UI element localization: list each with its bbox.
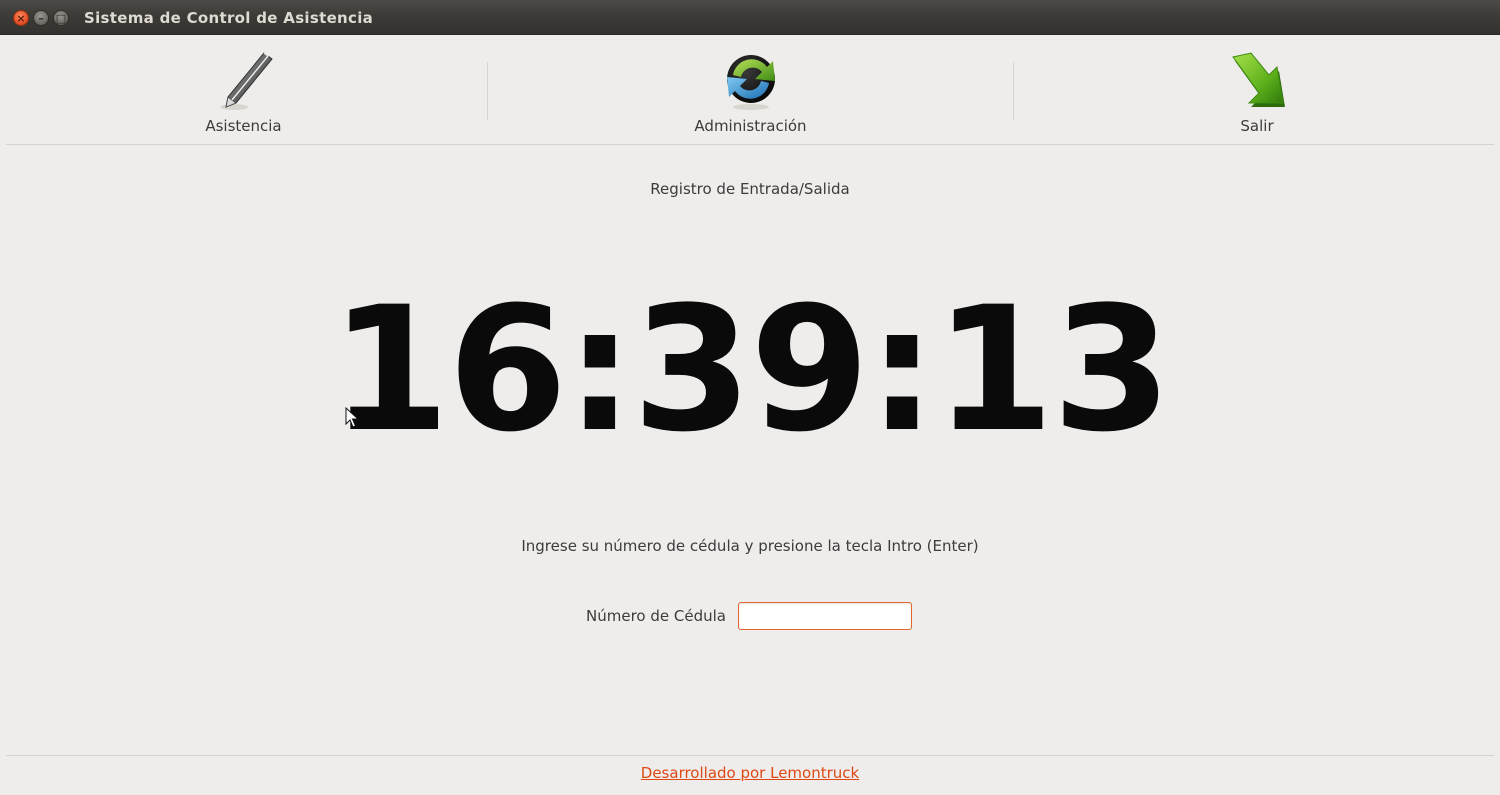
cedula-input[interactable] [738, 602, 912, 630]
footer-divider [6, 755, 1494, 756]
toolbar-button-asistencia[interactable]: Asistencia [0, 35, 487, 144]
exit-arrow-icon [1232, 52, 1285, 107]
close-icon: × [16, 12, 26, 25]
developer-link[interactable]: Desarrollado por Lemontruck [641, 764, 859, 782]
toolbar-label-salir: Salir [1240, 117, 1274, 135]
window-minimize-button[interactable]: – [33, 10, 49, 26]
toolbar-button-salir[interactable]: Salir [1014, 35, 1500, 144]
toolbar-label-administracion: Administración [694, 117, 807, 135]
clock-display: 16:39:13 [330, 269, 1172, 470]
toolbar-divider [6, 144, 1494, 145]
sync-icon [726, 55, 775, 110]
toolbar: Asistencia Administración Salir [0, 35, 1500, 144]
maximize-icon: □ [55, 12, 67, 25]
title-bar: × – □ Sistema de Control de Asistencia [0, 0, 1500, 35]
app-window: × – □ Sistema de Control de Asistencia A… [0, 0, 1500, 795]
cedula-label: Número de Cédula [586, 607, 726, 625]
window-title: Sistema de Control de Asistencia [84, 9, 374, 27]
toolbar-button-administracion[interactable]: Administración [488, 35, 1013, 144]
window-maximize-button[interactable]: □ [53, 10, 69, 26]
window-close-button[interactable]: × [13, 10, 29, 26]
footer: Desarrollado por Lemontruck [0, 764, 1500, 782]
toolbar-label-asistencia: Asistencia [205, 117, 282, 135]
section-title: Registro de Entrada/Salida [650, 180, 850, 198]
pen-icon [219, 52, 273, 110]
minimize-icon: – [38, 12, 44, 25]
instructions-text: Ingrese su número de cédula y presione l… [521, 537, 979, 555]
mouse-pointer-icon [345, 407, 360, 428]
